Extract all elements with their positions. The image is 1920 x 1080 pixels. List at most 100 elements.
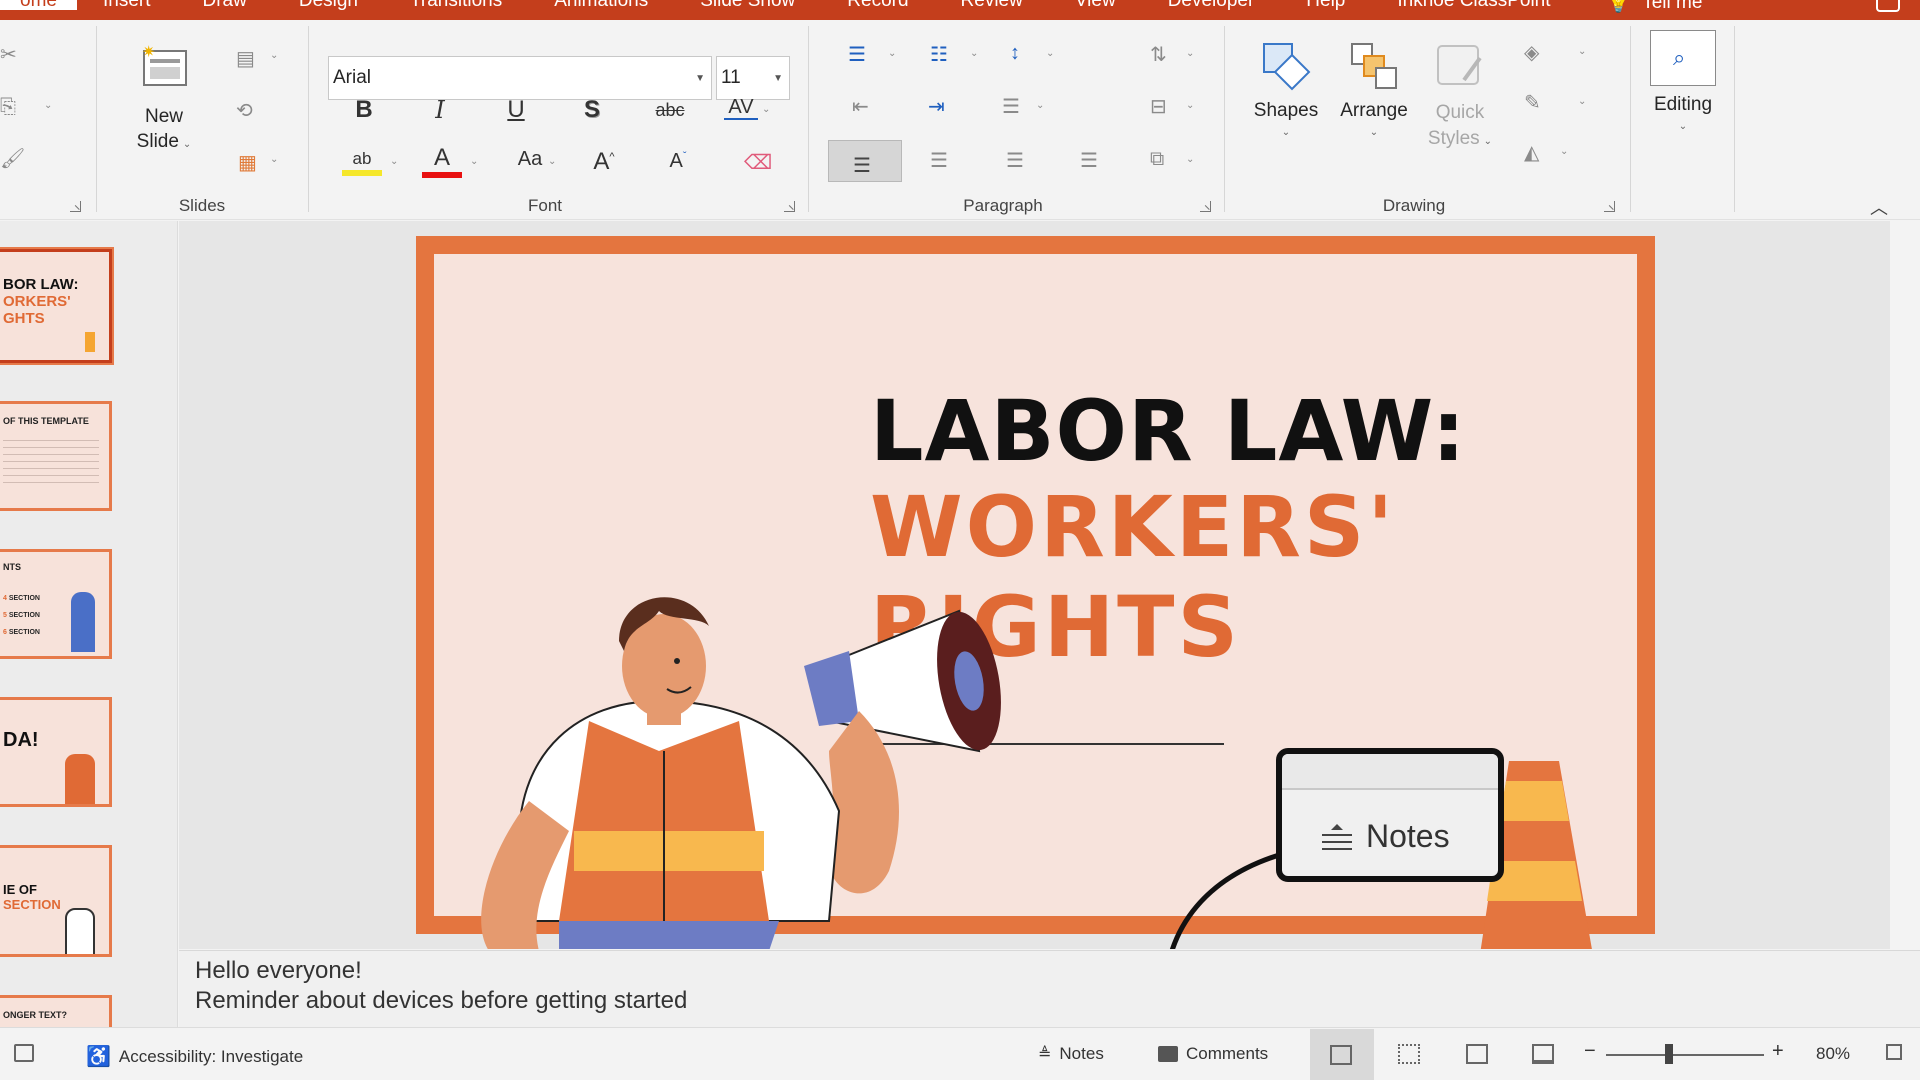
copy-icon[interactable]: ⎘ (0, 96, 16, 119)
align-left-button[interactable]: ☰ (828, 140, 902, 182)
shrink-font-button[interactable]: Aˇ (658, 150, 698, 173)
tab-design[interactable]: Design (273, 0, 384, 10)
tab-review[interactable]: Review (935, 0, 1049, 10)
text-direction-icon[interactable]: ⇅ (1150, 42, 1167, 67)
tab-animations[interactable]: Animations (528, 0, 674, 10)
numbering-icon[interactable]: ☷ (930, 42, 948, 67)
highlight-button[interactable]: ab (342, 148, 382, 176)
zoom-in-button[interactable]: + (1772, 1040, 1784, 1063)
zoom-level[interactable]: 80% (1816, 1044, 1850, 1064)
shape-fill-icon[interactable]: ◈ (1524, 40, 1539, 65)
clipboard-launcher-icon[interactable] (70, 201, 81, 212)
editing-button[interactable]: ⌕ (1650, 30, 1716, 86)
line-spacing-dropdown-icon[interactable]: ⌄ (1046, 48, 1054, 59)
comments-icon[interactable] (1876, 0, 1900, 12)
tab-transitions[interactable]: Transitions (384, 0, 528, 10)
increase-indent-icon[interactable]: ⇥ (928, 94, 945, 119)
align-center-icon[interactable]: ☰ (930, 148, 948, 173)
collapse-ribbon-icon[interactable]: ︿ (1870, 194, 1888, 220)
align-text-dropdown-icon[interactable]: ⌄ (1186, 100, 1194, 111)
slide-thumbnail-4[interactable]: DA! (0, 697, 112, 807)
character-spacing-button[interactable]: AV (724, 96, 758, 120)
slide-info-icon[interactable] (14, 1044, 34, 1062)
fit-to-window-icon[interactable] (1886, 1044, 1902, 1060)
speaker-notes-pane[interactable]: Hello everyone! Reminder about devices b… (179, 950, 1920, 1027)
drawing-launcher-icon[interactable] (1604, 201, 1615, 212)
slide-thumbnail-6[interactable]: ONGER TEXT? (0, 995, 112, 1027)
strikethrough-button[interactable]: abc (646, 100, 694, 121)
section-icon[interactable]: ▦ (238, 150, 257, 175)
italic-button[interactable]: I (420, 96, 460, 124)
zoom-out-button[interactable]: − (1584, 1040, 1596, 1063)
quick-styles-label[interactable]: Quick Styles ⌄ (1418, 100, 1502, 155)
tab-developer[interactable]: Developer (1142, 0, 1281, 10)
shape-effects-dropdown-icon[interactable]: ⌄ (1560, 146, 1568, 157)
shape-outline-dropdown-icon[interactable]: ⌄ (1578, 96, 1586, 107)
decrease-indent-icon[interactable]: ⇤ (852, 94, 869, 119)
font-name-dropdown-icon[interactable]: ▼ (695, 73, 705, 84)
cut-icon[interactable]: ✂ (0, 42, 17, 67)
shape-effects-icon[interactable]: ◭ (1524, 140, 1539, 165)
underline-button[interactable]: U (496, 96, 536, 124)
tab-slide-show[interactable]: Slide Show (674, 0, 821, 10)
font-name-combobox[interactable]: Arial ▼ (328, 56, 712, 100)
section-dropdown-icon[interactable]: ⌄ (270, 154, 278, 165)
tab-draw[interactable]: Draw (177, 0, 273, 10)
smartart-dropdown-icon[interactable]: ⌄ (1186, 154, 1194, 165)
columns-dropdown-icon[interactable]: ⌄ (1036, 100, 1044, 111)
arrange-label[interactable]: Arrange ⌄ (1332, 100, 1416, 144)
notes-line-2[interactable]: Reminder about devices before getting st… (195, 987, 687, 1015)
notes-toggle-button[interactable]: ≜ Notes (1038, 1044, 1104, 1064)
bullets-icon[interactable]: ☰ (848, 42, 866, 67)
shapes-label[interactable]: Shapes ⌄ (1246, 100, 1326, 144)
reset-slide-icon[interactable]: ⟲ (236, 98, 253, 123)
shape-outline-icon[interactable]: ✎ (1524, 90, 1541, 115)
normal-view-button[interactable] (1310, 1029, 1374, 1080)
font-size-dropdown-icon[interactable]: ▼ (773, 73, 783, 84)
layout-icon[interactable]: ▤ (236, 46, 255, 71)
highlight-dropdown-icon[interactable]: ⌄ (390, 156, 398, 167)
clear-formatting-icon[interactable]: ⌫ (744, 150, 772, 175)
zoom-slider-track[interactable] (1606, 1054, 1764, 1056)
text-direction-dropdown-icon[interactable]: ⌄ (1186, 48, 1194, 59)
notes-line-1[interactable]: Hello everyone! (195, 957, 362, 985)
tab-record[interactable]: Record (821, 0, 934, 10)
font-color-button[interactable]: A (422, 144, 462, 178)
slide-show-view-icon[interactable] (1532, 1044, 1554, 1064)
smartart-icon[interactable]: ⧉ (1150, 148, 1164, 171)
columns-icon[interactable]: ☰ (1002, 94, 1020, 119)
tab-view[interactable]: View (1049, 0, 1142, 10)
reading-view-icon[interactable] (1466, 1044, 1488, 1064)
editing-label[interactable]: Editing ⌄ (1640, 94, 1726, 138)
paragraph-launcher-icon[interactable] (1200, 201, 1211, 212)
slide-thumbnail-1[interactable]: BOR LAW: ORKERS' GHTS (0, 247, 114, 365)
slide-thumbnail-3[interactable]: NTS 4 SECTION 5 SECTION 6 SECTION (0, 549, 112, 659)
slide-thumbnail-2[interactable]: OF THIS TEMPLATE (0, 401, 112, 511)
quick-styles-button[interactable] (1432, 38, 1488, 94)
justify-icon[interactable]: ☰ (1080, 148, 1098, 173)
align-text-icon[interactable]: ⊟ (1150, 94, 1167, 119)
layout-dropdown-icon[interactable]: ⌄ (270, 50, 278, 61)
change-case-button[interactable]: Aa (510, 148, 550, 171)
font-size-combobox[interactable]: 11 ▼ (716, 56, 790, 100)
slide-sorter-view-icon[interactable] (1398, 1044, 1420, 1064)
comments-toggle-button[interactable]: Comments (1158, 1044, 1268, 1064)
grow-font-button[interactable]: A^ (584, 148, 624, 176)
bullets-dropdown-icon[interactable]: ⌄ (888, 48, 896, 59)
new-slide-button[interactable]: ✷ (130, 34, 198, 100)
tab-insert[interactable]: Insert (77, 0, 177, 10)
spacing-dropdown-icon[interactable]: ⌄ (762, 104, 770, 115)
align-right-icon[interactable]: ☰ (1006, 148, 1024, 173)
accessibility-checker[interactable]: ♿ Accessibility: Investigate (86, 1044, 303, 1069)
bold-button[interactable]: B (344, 96, 384, 124)
slide-thumbnail-5[interactable]: IE OF SECTION (0, 845, 112, 957)
tab-home[interactable]: ome (0, 0, 77, 10)
font-color-dropdown-icon[interactable]: ⌄ (470, 156, 478, 167)
new-slide-label[interactable]: New Slide ⌄ (122, 104, 206, 157)
text-shadow-button[interactable]: S (572, 96, 612, 124)
arrange-button[interactable] (1346, 38, 1402, 94)
case-dropdown-icon[interactable]: ⌄ (548, 156, 556, 167)
tab-inknoe-classpoint[interactable]: Inknoe ClassPoint (1371, 0, 1576, 10)
zoom-slider-thumb[interactable] (1665, 1044, 1673, 1064)
font-launcher-icon[interactable] (784, 201, 795, 212)
